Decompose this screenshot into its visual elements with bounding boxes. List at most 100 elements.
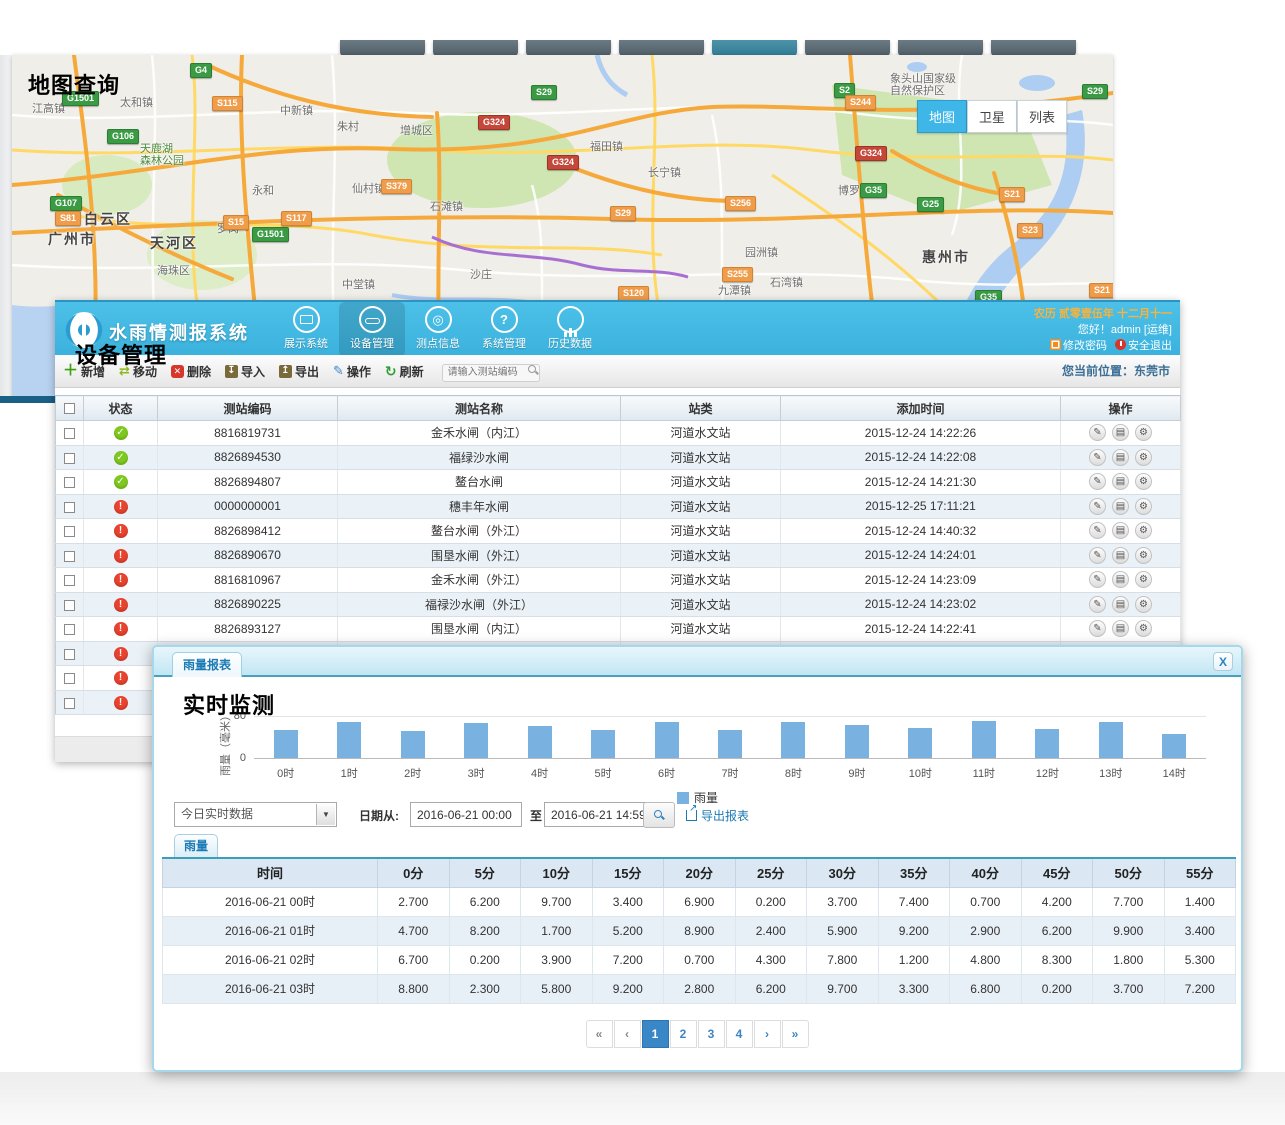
page-button-»[interactable]: » <box>782 1020 809 1048</box>
page-button-4[interactable]: 4 <box>726 1020 753 1048</box>
logout-link[interactable]: 安全退出 <box>1128 340 1172 352</box>
toolbar-button-刷新[interactable]: ↻刷新 <box>385 363 424 380</box>
map-view-button-列表[interactable]: 列表 <box>1017 100 1067 133</box>
delete-icon[interactable]: ▤ <box>1112 498 1129 515</box>
search-icon <box>654 810 662 818</box>
settings-icon[interactable]: ⚙ <box>1135 596 1152 613</box>
date-from-input[interactable] <box>410 802 522 827</box>
status-error-icon: ! <box>114 696 128 710</box>
edit-icon[interactable]: ✎ <box>1089 620 1106 637</box>
page-button-‹[interactable]: ‹ <box>614 1020 641 1048</box>
page-button-1[interactable]: 1 <box>642 1020 669 1048</box>
edit-icon[interactable]: ✎ <box>1089 498 1106 515</box>
row-checkbox[interactable] <box>64 698 75 709</box>
background-tab <box>433 40 518 56</box>
delete-icon[interactable]: ▤ <box>1112 473 1129 490</box>
nav-label: 测点信息 <box>405 335 471 351</box>
settings-icon[interactable]: ⚙ <box>1135 498 1152 515</box>
select-all-checkbox[interactable] <box>64 403 75 414</box>
export-report-link[interactable]: 导出报表 <box>686 807 749 824</box>
delete-icon[interactable]: ▤ <box>1112 571 1129 588</box>
user-greeting: 您好！admin [运维] <box>1034 322 1172 338</box>
cell-ops: ✎ ▤ ⚙ <box>1061 494 1181 519</box>
map-view-button-卫星[interactable]: 卫星 <box>967 100 1017 133</box>
delete-icon[interactable]: ▤ <box>1112 620 1129 637</box>
x-tick-label: 12时 <box>1017 765 1077 781</box>
page-button-2[interactable]: 2 <box>670 1020 697 1048</box>
edit-icon[interactable]: ✎ <box>1089 522 1106 539</box>
cell-name: 福禄沙水闸（外江） <box>338 592 621 617</box>
cell-ops: ✎ ▤ ⚙ <box>1061 470 1181 495</box>
map-place-label: 惠州市 <box>922 251 970 263</box>
cell-code: 8826890670 <box>158 543 338 568</box>
edit-icon[interactable]: ✎ <box>1089 547 1106 564</box>
row-checkbox[interactable] <box>64 428 75 439</box>
settings-icon[interactable]: ⚙ <box>1135 571 1152 588</box>
map-bottom-bar-fragment <box>0 396 58 403</box>
data-mode-select[interactable]: 今日实时数据▼ <box>174 802 337 827</box>
nav-item-展示系统[interactable]: 展示系统 <box>273 302 339 357</box>
chevron-down-icon[interactable]: ▼ <box>316 804 335 825</box>
close-icon[interactable]: X <box>1213 652 1233 671</box>
delete-icon[interactable]: ▤ <box>1112 547 1129 564</box>
date-to-input[interactable] <box>544 802 656 827</box>
map-view-button-地图[interactable]: 地图 <box>917 100 967 133</box>
nav-item-测点信息[interactable]: ◎测点信息 <box>405 302 471 357</box>
report-filter-bar: 今日实时数据▼ 日期从: 至 导出报表 <box>174 802 1224 830</box>
nav-item-设备管理[interactable]: 设备管理 <box>339 302 405 357</box>
delete-icon[interactable]: ▤ <box>1112 596 1129 613</box>
rain-bar <box>908 728 932 758</box>
settings-icon[interactable]: ⚙ <box>1135 473 1152 490</box>
rain-table-row: 2016-06-21 02时6.7000.2003.9007.2000.7004… <box>163 945 1236 974</box>
search-button[interactable] <box>643 802 675 828</box>
cell-status: ! <box>84 690 158 715</box>
edit-icon[interactable]: ✎ <box>1089 596 1106 613</box>
edit-icon[interactable]: ✎ <box>1089 473 1106 490</box>
tab-rain[interactable]: 雨量 <box>174 834 218 857</box>
row-checkbox[interactable] <box>64 477 75 488</box>
row-checkbox[interactable] <box>64 551 75 562</box>
settings-icon[interactable]: ⚙ <box>1135 547 1152 564</box>
delete-icon[interactable]: ▤ <box>1112 522 1129 539</box>
toolbar-button-删除[interactable]: ✕删除 <box>171 363 211 380</box>
row-checkbox[interactable] <box>64 453 75 464</box>
page-button-›[interactable]: › <box>754 1020 781 1048</box>
toolbar-button-操作[interactable]: ✎操作 <box>333 363 371 380</box>
nav-item-系统管理[interactable]: ?系统管理 <box>471 302 537 357</box>
toolbar-button-导入[interactable]: ↧导入 <box>225 363 265 380</box>
delete-icon[interactable]: ▤ <box>1112 449 1129 466</box>
row-checkbox[interactable] <box>64 526 75 537</box>
cell-type: 河道水文站 <box>621 519 781 544</box>
toolbar-button-导出[interactable]: ↥导出 <box>279 363 319 380</box>
cell-ops: ✎ ▤ ⚙ <box>1061 421 1181 446</box>
edit-icon[interactable]: ✎ <box>1089 424 1106 441</box>
page-button-3[interactable]: 3 <box>698 1020 725 1048</box>
delete-icon[interactable]: ▤ <box>1112 424 1129 441</box>
edit-icon[interactable]: ✎ <box>1089 449 1106 466</box>
settings-icon[interactable]: ⚙ <box>1135 522 1152 539</box>
road-shield-badge: G324 <box>547 155 579 170</box>
rain-bar <box>718 730 742 758</box>
search-icon[interactable] <box>528 365 536 373</box>
nav-item-历史数据[interactable]: 历史数据 <box>537 302 603 357</box>
row-checkbox[interactable] <box>64 673 75 684</box>
row-checkbox[interactable] <box>64 624 75 635</box>
settings-icon[interactable]: ⚙ <box>1135 620 1152 637</box>
row-checkbox[interactable] <box>64 575 75 586</box>
cell-ops: ✎ ▤ ⚙ <box>1061 592 1181 617</box>
cell-status: ! <box>84 592 158 617</box>
edit-icon[interactable]: ✎ <box>1089 571 1106 588</box>
settings-icon[interactable]: ⚙ <box>1135 424 1152 441</box>
row-checkbox[interactable] <box>64 600 75 611</box>
map-place-label: 太和镇 <box>120 97 153 109</box>
row-checkbox[interactable] <box>64 502 75 513</box>
page-button-«[interactable]: « <box>586 1020 613 1048</box>
settings-icon[interactable]: ⚙ <box>1135 449 1152 466</box>
tab-rain-report[interactable]: 雨量报表 <box>172 652 242 677</box>
rain-cell: 6.200 <box>449 887 521 916</box>
rain-col-header: 55分 <box>1164 858 1236 887</box>
cell-status: ✓ <box>84 445 158 470</box>
station-code-search-input[interactable] <box>442 364 540 382</box>
change-password-link[interactable]: 修改密码 <box>1063 340 1107 352</box>
row-checkbox[interactable] <box>64 649 75 660</box>
